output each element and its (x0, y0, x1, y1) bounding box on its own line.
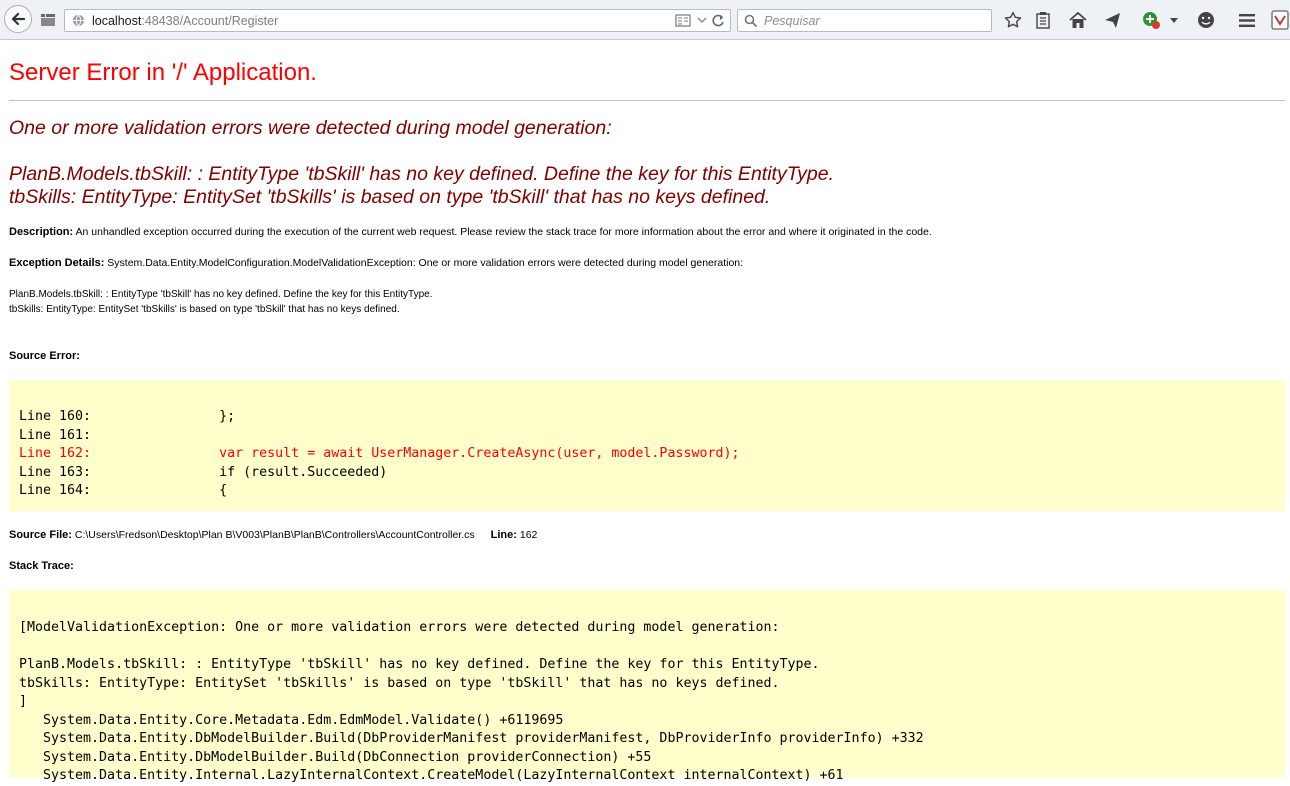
browser-toolbar: localhost:48438/Account/Register Pesquis… (0, 0, 1290, 40)
home-icon (1069, 11, 1087, 28)
stack-line: [ModelValidationException: One or more v… (19, 620, 780, 635)
source-error-label-text: Source Error: (9, 350, 80, 362)
search-bar[interactable]: Pesquisar (737, 9, 992, 32)
description-text: An unhandled exception occurred during t… (73, 226, 932, 238)
chevron-down-icon (1170, 17, 1178, 23)
addon-icon (1143, 12, 1160, 29)
extension-button[interactable] (1270, 10, 1290, 30)
reload-icon[interactable] (712, 14, 725, 30)
stack-line: System.Data.Entity.DbModelBuilder.Build(… (19, 749, 652, 765)
shield-icon (1271, 10, 1289, 30)
tab-groups-button[interactable] (38, 11, 58, 29)
search-icon (744, 14, 758, 28)
addon-dropdown-button[interactable] (1168, 14, 1180, 26)
line-number: 162 (516, 529, 538, 541)
description-label: Description: (9, 226, 74, 238)
source-file-label: Source File: (9, 529, 72, 541)
stack-line: System.Data.Entity.DbModelBuilder.Build(… (19, 731, 924, 746)
bookmarks-menu-button[interactable] (1033, 11, 1053, 29)
description: Description: An unhandled exception occu… (9, 226, 932, 238)
addon-button[interactable] (1140, 9, 1162, 31)
history-dropdown-icon[interactable] (697, 14, 707, 29)
source-code-box: Line 160: }; Line 161: Line 162: var res… (9, 380, 1285, 511)
exception-label: Exception Details: (9, 257, 105, 269)
home-button[interactable] (1068, 11, 1088, 29)
paper-plane-icon (1104, 12, 1120, 28)
bookmark-button[interactable] (1003, 11, 1023, 29)
send-button[interactable] (1102, 11, 1122, 29)
star-icon (1004, 11, 1022, 28)
error-heading: One or more validation errors were detec… (9, 117, 612, 139)
source-line-error: Line 162: var result = await UserManager… (19, 446, 740, 461)
divider (9, 100, 1285, 101)
source-error-label: Source Error: (9, 350, 80, 362)
error-message-line: tbSkills: EntityType: EntitySet 'tbSkill… (9, 186, 771, 208)
source-file-path: C:\Users\Fredson\Desktop\Plan B\V003\Pla… (71, 529, 475, 541)
back-button[interactable] (4, 5, 32, 33)
stack-line: PlanB.Models.tbSkill: : EntityType 'tbSk… (19, 657, 820, 672)
stack-trace-box: [ModelValidationException: One or more v… (9, 590, 1285, 783)
stack-trace-label-text: Stack Trace: (9, 560, 74, 572)
stack-trace-label: Stack Trace: (9, 560, 74, 572)
source-line: Line 160: }; (19, 409, 236, 424)
clipboard-icon (1036, 12, 1050, 29)
page-title: Server Error in '/' Application. (9, 59, 317, 86)
exception-detail-line: tbSkills: EntityType: EntitySet 'tbSkill… (9, 304, 400, 315)
back-arrow-icon (11, 12, 26, 26)
line-label: Line: (490, 529, 517, 541)
smiley-icon (1198, 12, 1214, 28)
source-file: Source File: C:\Users\Fredson\Desktop\Pl… (9, 529, 537, 541)
stack-line: System.Data.Entity.Core.Metadata.Edm.Edm… (19, 712, 564, 728)
source-line: Line 163: if (result.Succeeded) (19, 464, 388, 480)
source-line: Line 164: { (19, 483, 228, 498)
stack-line: tbSkills: EntityType: EntitySet 'tbSkill… (19, 675, 780, 691)
url-bar[interactable]: localhost:48438/Account/Register (64, 9, 731, 32)
url-text: localhost:48438/Account/Register (92, 14, 278, 28)
url-host: localhost (92, 14, 142, 28)
globe-icon (72, 14, 85, 27)
exception-text: System.Data.Entity.ModelConfiguration.Mo… (104, 257, 744, 269)
hamburger-icon (1239, 13, 1255, 27)
tab-groups-icon (41, 14, 55, 26)
menu-button[interactable] (1237, 11, 1257, 29)
reader-view-icon[interactable] (675, 14, 691, 30)
error-message-line: PlanB.Models.tbSkill: : EntityType 'tbSk… (9, 163, 835, 185)
source-line: Line 161: (19, 427, 92, 443)
stack-line: System.Data.Entity.Internal.LazyInternal… (19, 768, 844, 783)
chat-button[interactable] (1196, 11, 1216, 29)
search-input[interactable]: Pesquisar (764, 14, 820, 28)
url-path: :48438/Account/Register (141, 14, 279, 28)
exception-details: Exception Details: System.Data.Entity.Mo… (9, 257, 743, 269)
stack-line: ] (19, 694, 28, 709)
exception-detail-line: PlanB.Models.tbSkill: : EntityType 'tbSk… (9, 289, 433, 300)
